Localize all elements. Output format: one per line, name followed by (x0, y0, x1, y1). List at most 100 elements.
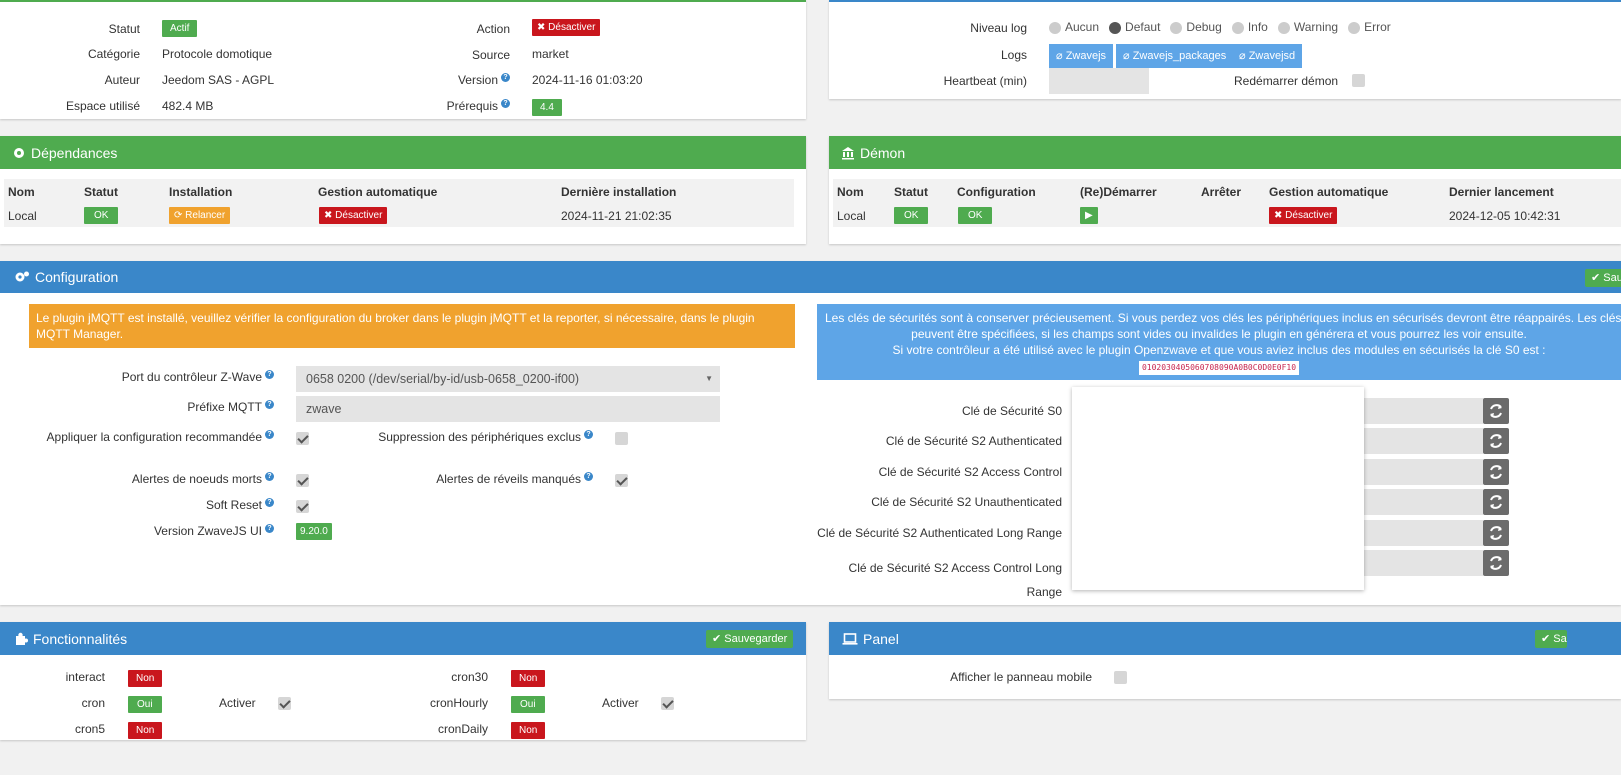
key-s2-auth-lr-input[interactable] (1364, 520, 1483, 546)
radio-aucun[interactable]: Aucun (1049, 20, 1099, 34)
radio-warning[interactable]: Warning (1277, 20, 1338, 34)
key-s2-unauth-label: Clé de Sécurité S2 Unauthenticated (871, 495, 1062, 509)
espace-label: Espace utilisé (65, 99, 140, 113)
demon-config-badge: OK (958, 207, 993, 224)
radio-error[interactable]: Error (1348, 20, 1391, 34)
log-zwavejs-packages-button[interactable]: ⌀ Zwavejs_packages (1116, 44, 1234, 68)
refresh-key-s0-button[interactable] (1483, 398, 1509, 424)
config-save-button[interactable]: ✔ Sau (1585, 269, 1621, 287)
redemarrer-checkbox[interactable] (1352, 74, 1365, 87)
soft-reset-checkbox[interactable] (296, 500, 309, 513)
relancer-button[interactable]: ⟳ Relancer (169, 207, 231, 224)
play-icon: ▶ (1085, 210, 1093, 221)
cronhourly-activer-checkbox[interactable] (661, 697, 674, 710)
alertes-morts-checkbox[interactable] (296, 474, 309, 487)
help-icon[interactable]: ? (584, 472, 593, 481)
caret-down-icon: ▼ (705, 374, 713, 383)
start-demon-button[interactable]: ▶ (1080, 207, 1098, 224)
col-derniere: Dernière installation (561, 185, 677, 199)
close-icon: ✖ (537, 22, 546, 33)
cron-activer-checkbox[interactable] (278, 697, 291, 710)
radio-debug[interactable]: Debug (1170, 20, 1222, 34)
prerequis-label: Prérequis? (447, 99, 510, 113)
crondaily-label: cronDaily (437, 722, 488, 736)
port-select[interactable]: 0658 0200 (/dev/serial/by-id/usb-0658_02… (296, 366, 720, 392)
refresh-icon: ⟳ (174, 210, 183, 221)
dependances-table: Nom Statut Installation Gestion automati… (4, 179, 794, 227)
help-icon[interactable]: ? (501, 73, 510, 82)
plugin-info-panel: Statut Actif Catégorie Protocole domotiq… (0, 0, 806, 119)
action-label: Action (476, 22, 510, 36)
source-value: market (532, 47, 569, 61)
help-icon[interactable]: ? (265, 524, 274, 533)
refresh-key-s2-auth-lr-button[interactable] (1483, 520, 1509, 546)
prefixe-input[interactable]: zwave (296, 396, 720, 422)
refresh-key-s2-access-button[interactable] (1483, 459, 1509, 485)
key-s2-unauth-input[interactable] (1364, 489, 1483, 515)
key-s2-access-lr-input[interactable] (1364, 550, 1483, 576)
key-suggestions-popup (1072, 387, 1364, 590)
log-level-radios: Aucun Defaut Debug Info Warning Error (1049, 20, 1391, 34)
appliquer-checkbox[interactable] (296, 432, 309, 445)
col-nom: Nom (837, 185, 864, 199)
demon-dernier-value: 2024-12-05 10:42:31 (1449, 209, 1561, 223)
help-icon[interactable]: ? (265, 370, 274, 379)
demon-nom: Local (837, 209, 866, 223)
radio-info[interactable]: Info (1231, 20, 1268, 34)
col-statut: Statut (84, 185, 118, 199)
cron-badge: Oui (128, 696, 162, 713)
help-icon[interactable]: ? (501, 99, 510, 108)
gears-icon (15, 271, 29, 282)
cronhourly-badge: Oui (511, 696, 545, 713)
cron30-badge: Non (511, 670, 546, 687)
version-ui-badge: 9.20.0 (296, 523, 332, 540)
suppression-checkbox[interactable] (615, 432, 628, 445)
key-s2-access-input[interactable] (1364, 459, 1483, 485)
demon-desactiver-button[interactable]: ✖ Désactiver (1269, 207, 1338, 224)
refresh-key-s2-unauth-button[interactable] (1483, 489, 1509, 515)
col-nom: Nom (8, 185, 35, 199)
key-s2-auth-label: Clé de Sécurité S2 Authenticated (885, 434, 1062, 448)
key-s2-access-label: Clé de Sécurité S2 Access Control (878, 465, 1062, 479)
prerequis-badge: 4.4 (532, 99, 562, 116)
help-icon[interactable]: ? (265, 400, 274, 409)
panel-save-button[interactable]: ✔ Sa (1535, 630, 1567, 648)
desactiver-plugin-button[interactable]: ✖ Désactiver (532, 19, 601, 36)
jmqtt-warning: Le plugin jMQTT est installé, veuillez v… (29, 304, 795, 348)
demon-statut-badge: OK (894, 207, 929, 224)
appliquer-label: Appliquer la configuration recommandée? (47, 430, 274, 444)
key-s2-auth-lr-label: Clé de Sécurité S2 Authenticated Long Ra… (817, 526, 1062, 540)
afficher-panneau-checkbox[interactable] (1114, 671, 1127, 684)
version-ui-label: Version ZwaveJS UI? (154, 524, 274, 538)
col-gestion: Gestion automatique (1269, 185, 1389, 199)
heartbeat-input[interactable] (1049, 68, 1149, 94)
col-gestion: Gestion automatique (318, 185, 438, 199)
heartbeat-label: Heartbeat (min) (943, 74, 1027, 88)
help-icon[interactable]: ? (265, 498, 274, 507)
demon-table: Nom Statut Configuration (Re)Démarrer Ar… (833, 179, 1621, 227)
help-icon[interactable]: ? (265, 430, 274, 439)
check-circle-icon: ✔ (1591, 272, 1601, 284)
log-zwavejsd-button[interactable]: ⌀ Zwavejsd (1232, 44, 1303, 68)
demon-header: Démon (829, 136, 1621, 169)
dep-desactiver-button[interactable]: ✖ Désactiver (319, 207, 388, 224)
refresh-key-s2-access-lr-button[interactable] (1483, 550, 1509, 576)
log-zwavejs-button[interactable]: ⌀ Zwavejs (1049, 44, 1114, 68)
crondaily-badge: Non (511, 722, 546, 739)
espace-value: 482.4 MB (162, 99, 214, 113)
version-value: 2024-11-16 01:03:20 (532, 73, 643, 87)
help-icon[interactable]: ? (265, 472, 274, 481)
laptop-icon (842, 632, 858, 645)
help-icon[interactable]: ? (584, 430, 593, 439)
radio-defaut[interactable]: Defaut (1109, 20, 1160, 34)
demon-panel: Démon Nom Statut Configuration (Re)Démar… (829, 136, 1621, 244)
alertes-reveils-checkbox[interactable] (615, 474, 628, 487)
refresh-icon (1490, 556, 1502, 570)
key-s2-auth-input[interactable] (1364, 428, 1483, 454)
refresh-key-s2-auth-button[interactable] (1483, 428, 1509, 454)
col-redemarrer: (Re)Démarrer (1080, 185, 1157, 199)
key-s0-input[interactable] (1364, 398, 1483, 424)
statut-label: Statut (108, 22, 140, 36)
fonctionnalites-save-button[interactable]: ✔ Sauvegarder (706, 630, 794, 648)
soft-reset-label: Soft Reset? (206, 498, 274, 512)
